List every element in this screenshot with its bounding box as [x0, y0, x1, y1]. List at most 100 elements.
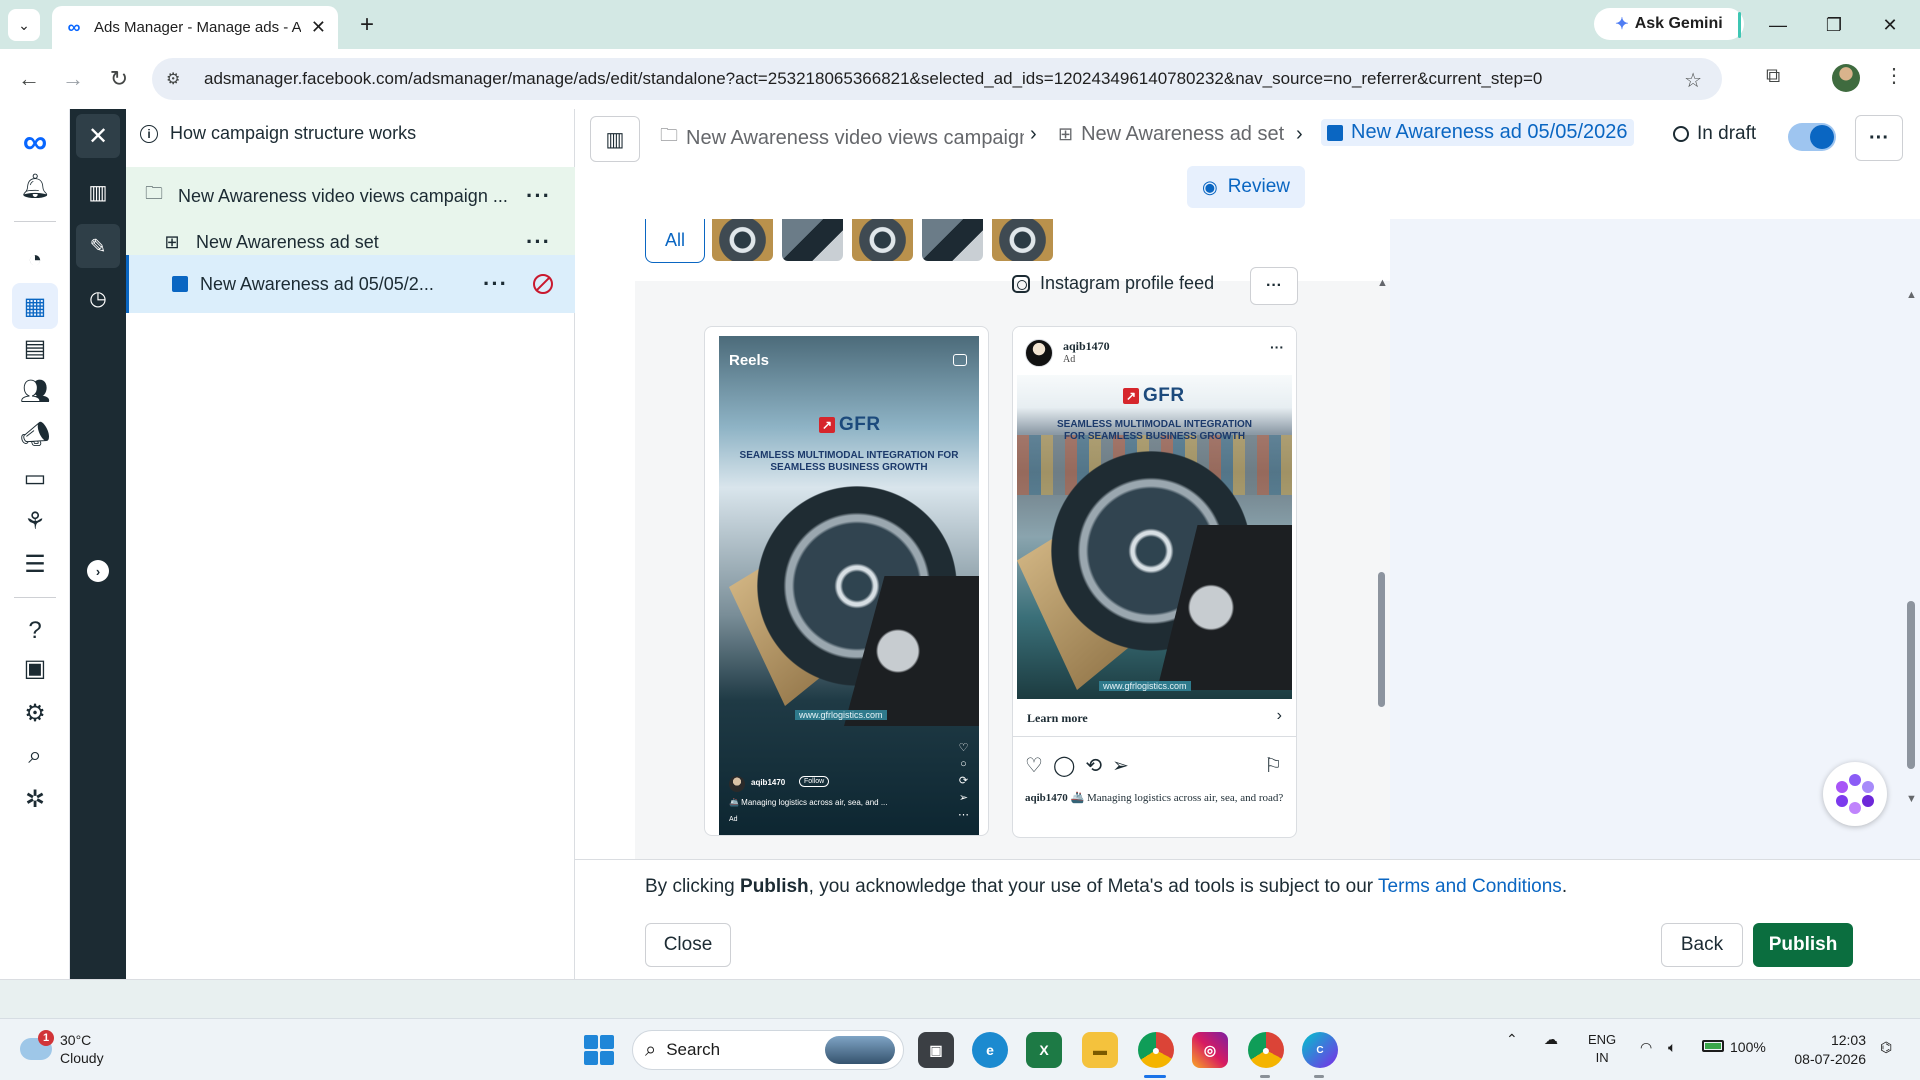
report-bug-icon[interactable]: ✲ — [12, 776, 58, 822]
windows-start-icon[interactable] — [584, 1035, 614, 1065]
heart-icon[interactable]: ♡ — [958, 741, 969, 754]
scroll-up-arrow-icon[interactable]: ▲ — [1377, 277, 1388, 289]
dashboard-gauge-icon[interactable]: ◔ — [12, 237, 58, 283]
canva-icon[interactable]: C — [1302, 1032, 1338, 1068]
billing-card-icon[interactable]: ▭ — [12, 455, 58, 501]
publish-button[interactable]: Publish — [1753, 923, 1853, 967]
close-button[interactable]: Close — [645, 923, 731, 967]
chrome-icon[interactable]: ● — [1138, 1032, 1174, 1068]
preview-scrollbar[interactable]: ▲ — [1377, 277, 1388, 847]
ai-assistant-button[interactable] — [1823, 762, 1887, 826]
share-icon[interactable]: ➢ — [1112, 753, 1129, 778]
back-button[interactable]: Back — [1661, 923, 1743, 967]
chrome-profile-icon[interactable]: ● — [1248, 1032, 1284, 1068]
reports-icon[interactable]: ▤ — [12, 325, 58, 371]
excel-icon[interactable]: X — [1026, 1032, 1062, 1068]
comment-icon[interactable]: ○ — [958, 758, 969, 770]
breadcrumb-ad[interactable]: New Awareness ad 05/05/2026 — [1321, 119, 1634, 146]
site-info-icon[interactable]: ⚙ — [166, 69, 194, 89]
meta-logo-icon[interactable]: ∞ — [12, 119, 58, 165]
back-icon[interactable]: ← — [14, 64, 44, 94]
placement-thumbnail[interactable] — [992, 219, 1053, 261]
more-options-button[interactable]: ··· — [1855, 115, 1903, 161]
close-editor-icon[interactable]: ✕ — [76, 114, 120, 158]
more-dots-icon[interactable]: ⋯ — [958, 808, 969, 821]
news-feed-icon[interactable]: ▣ — [12, 645, 58, 691]
extensions-icon[interactable]: ⧉ — [1766, 65, 1780, 88]
placement-thumbnail[interactable] — [852, 219, 913, 261]
placement-thumbnail[interactable] — [712, 219, 773, 261]
scroll-down-arrow-icon[interactable]: ▼ — [1906, 793, 1917, 805]
settings-gear-icon[interactable]: ⚙ — [12, 690, 58, 736]
all-tools-menu-icon[interactable]: ☰ — [12, 541, 58, 587]
close-tab-icon[interactable]: ✕ — [311, 17, 326, 38]
campaign-megaphone-icon[interactable]: 📣︎ — [12, 411, 58, 457]
forward-icon[interactable]: → — [58, 64, 88, 94]
ads-manager-table-icon[interactable]: ▦ — [12, 283, 58, 329]
history-clock-icon[interactable]: ◷ — [76, 276, 120, 320]
edge-browser-icon[interactable]: e — [972, 1032, 1008, 1068]
campaign-structure-help-link[interactable]: i How campaign structure works — [140, 123, 416, 144]
onedrive-cloud-icon[interactable]: ☁ — [1544, 1031, 1558, 1048]
ad-set-more-icon[interactable]: ··· — [526, 229, 551, 255]
tree-item-ad[interactable]: New Awareness ad 05/05/2... ··· — [126, 255, 575, 313]
taskbar-search[interactable]: ⌕ Search — [632, 1030, 904, 1070]
notifications-bell-icon[interactable]: 🔔︎ — [12, 163, 58, 209]
volume-icon[interactable]: 🔈︎ — [1668, 1039, 1676, 1056]
address-bar[interactable]: ⚙ adsmanager.facebook.com/adsmanager/man… — [152, 58, 1722, 100]
placement-more-button[interactable]: ··· — [1250, 267, 1298, 305]
scrollbar-thumb[interactable] — [1907, 601, 1915, 769]
bookmark-star-icon[interactable]: ☆ — [1684, 68, 1702, 93]
tab-search-button[interactable]: ⌄ — [8, 9, 40, 41]
ad-on-off-toggle[interactable] — [1788, 123, 1836, 151]
scroll-up-arrow-icon[interactable]: ▲ — [1906, 289, 1917, 301]
bookmark-icon[interactable]: ⚐ — [1264, 753, 1282, 778]
breadcrumb-campaign[interactable]: 🗀 New Awareness video views campaign ( — [660, 123, 1024, 153]
share-icon[interactable]: ➢ — [958, 791, 969, 804]
comment-icon[interactable]: ◯ — [1053, 753, 1075, 778]
review-button[interactable]: ◉ Review — [1187, 166, 1305, 208]
search-icon[interactable]: ⌕ — [12, 733, 58, 779]
weather-widget[interactable]: 1 30°C Cloudy — [20, 1030, 104, 1067]
restore-button[interactable]: ❐ — [1814, 10, 1854, 40]
expand-chevron-icon[interactable]: › — [87, 560, 109, 582]
ad-more-icon[interactable]: ··· — [483, 271, 508, 297]
breadcrumb-ad-set[interactable]: ⊞ New Awareness ad set — [1058, 123, 1284, 146]
ad-error-prohibited-icon[interactable] — [533, 274, 553, 294]
show-hidden-icons-chevron-icon[interactable]: ⌃ — [1506, 1031, 1518, 1048]
task-view-icon[interactable]: ▣ — [918, 1032, 954, 1068]
language-indicator[interactable]: ENG IN — [1588, 1031, 1616, 1067]
campaign-more-icon[interactable]: ··· — [526, 183, 551, 209]
more-dots-icon[interactable]: ··· — [1270, 339, 1284, 355]
follow-button[interactable]: Follow — [799, 776, 830, 787]
placement-thumbnail[interactable] — [782, 219, 843, 261]
instagram-icon[interactable]: ◎ — [1192, 1032, 1228, 1068]
learn-more-cta[interactable]: Learn more › — [1013, 699, 1296, 737]
events-manager-icon[interactable]: ⚘ — [12, 498, 58, 544]
reload-icon[interactable]: ↻ — [104, 64, 134, 94]
heart-icon[interactable]: ♡ — [1025, 753, 1043, 778]
repost-icon[interactable]: ⟲ — [1085, 753, 1102, 778]
browser-tab[interactable]: ∞ Ads Manager - Manage ads - A ✕ — [52, 6, 338, 49]
placement-thumbnail[interactable] — [922, 219, 983, 261]
browser-menu-icon[interactable]: ⋮ — [1884, 63, 1904, 88]
minimize-button[interactable]: — — [1758, 10, 1798, 40]
close-window-button[interactable]: ✕ — [1870, 10, 1910, 40]
filter-all-chip[interactable]: All — [645, 219, 705, 263]
ask-gemini-button[interactable]: ✦ Ask Gemini — [1594, 8, 1744, 40]
edit-pencil-icon[interactable]: ✎ — [76, 224, 120, 268]
audiences-icon[interactable]: 👥︎ — [12, 368, 58, 414]
battery-icon[interactable] — [1702, 1040, 1724, 1052]
profile-avatar[interactable] — [1832, 64, 1860, 92]
file-explorer-icon[interactable]: ▬ — [1082, 1032, 1118, 1068]
new-tab-button[interactable]: + — [352, 10, 382, 40]
scrollbar-thumb[interactable] — [1378, 572, 1385, 707]
performance-chart-icon[interactable]: ▥ — [76, 170, 120, 214]
remix-icon[interactable]: ⟳ — [958, 774, 969, 787]
wifi-icon[interactable]: ◠ — [1640, 1039, 1652, 1056]
notifications-icon[interactable]: ⌬ — [1880, 1039, 1892, 1056]
taskbar-clock[interactable]: 12:03 08-07-2026 — [1786, 1031, 1866, 1069]
toggle-panel-icon[interactable]: ▥ — [590, 116, 640, 162]
terms-link[interactable]: Terms and Conditions — [1378, 876, 1562, 897]
editor-scrollbar[interactable]: ▲ ▼ — [1905, 219, 1917, 859]
